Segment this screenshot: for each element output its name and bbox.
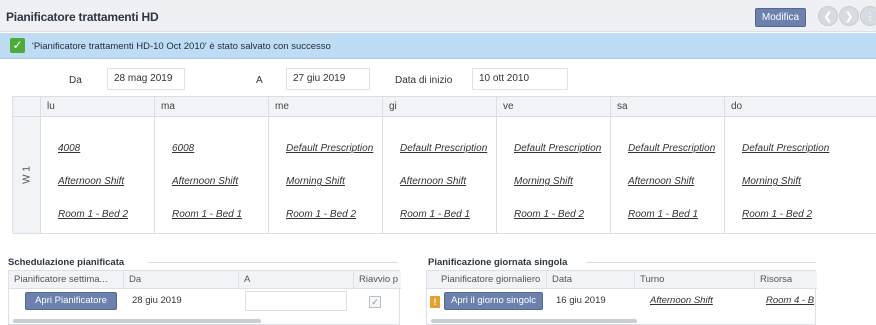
horizontal-scrollbar[interactable] (13, 319, 261, 323)
notice-message: 'Pianificatore trattamenti HD-10 Oct 201… (32, 41, 331, 52)
column-header-resource: Risorsa (755, 271, 817, 289)
chevron-right-icon[interactable]: ❯ (839, 6, 859, 26)
column-header-daily-planner: Pianificatore giornaliero (427, 271, 547, 289)
day-cell-do: Default Prescription Morning Shift Room … (725, 117, 876, 234)
open-single-day-button[interactable]: Apri il giorno singolc (444, 292, 543, 310)
prescription-link[interactable]: Default Prescription (400, 143, 487, 154)
room-link[interactable]: Room 1 - Bed 2 (286, 209, 356, 220)
title-bar: Pianificatore trattamenti HD Modifica ❮ … (0, 0, 876, 32)
section-divider (586, 262, 816, 263)
shift-link[interactable]: Morning Shift (286, 176, 345, 187)
shift-link[interactable]: Afternoon Shift (628, 176, 694, 187)
day-header-ve: ve (497, 97, 611, 117)
shift-link[interactable]: Morning Shift (514, 176, 573, 187)
check-icon: ✓ (10, 38, 25, 53)
week-row-label: W 1 (13, 117, 41, 234)
single-day-date-value: 16 giu 2019 (556, 295, 606, 306)
date-filters: Da 28 mag 2019 A 27 giu 2019 Data di ini… (0, 62, 876, 92)
day-cell-sa: Default Prescription Afternoon Shift Roo… (611, 117, 725, 234)
column-header-restart: Riavvio p (354, 271, 401, 289)
day-cell-gi: Default Prescription Afternoon Shift Roo… (383, 117, 497, 234)
day-header-do: do (725, 97, 876, 117)
shift-link[interactable]: Afternoon Shift (172, 176, 238, 187)
day-header-gi: gi (383, 97, 497, 117)
to-label: A (256, 75, 263, 86)
prescription-link[interactable]: 6008 (172, 143, 194, 154)
day-cell-ve: Default Prescription Morning Shift Room … (497, 117, 611, 234)
horizontal-scrollbar[interactable] (431, 319, 637, 323)
day-header-sa: sa (611, 97, 725, 117)
column-header-date: Data (547, 271, 635, 289)
chevron-left-icon[interactable]: ❮ (818, 6, 838, 26)
room-link[interactable]: Room 1 - Bed 2 (742, 209, 812, 220)
day-header-me: me (269, 97, 383, 117)
shift-link[interactable]: Afternoon Shift (58, 176, 124, 187)
restart-checkbox[interactable]: ✓ (369, 296, 381, 308)
room-link[interactable]: Room 1 - Bed 2 (58, 209, 128, 220)
prescription-link[interactable]: Default Prescription (514, 143, 601, 154)
prescription-link[interactable]: Default Prescription (628, 143, 715, 154)
prescription-link[interactable]: Default Prescription (742, 143, 829, 154)
start-date-label: Data di inizio (395, 75, 453, 86)
single-day-title: Pianificazione giornata singola (428, 257, 568, 268)
single-day-resource-link[interactable]: Room 4 - B (761, 290, 817, 312)
to-date-field[interactable]: 27 giu 2019 (286, 68, 370, 90)
more-icon[interactable]: ⋮ (860, 6, 876, 26)
from-date-field[interactable]: 28 mag 2019 (107, 68, 185, 90)
success-notice: ✓ 'Pianificatore trattamenti HD-10 Oct 2… (0, 33, 876, 59)
section-divider (148, 262, 398, 263)
single-day-table: Pianificatore giornaliero Data Turno Ris… (426, 270, 817, 325)
grid-corner (13, 97, 41, 117)
prescription-link[interactable]: 4008 (58, 143, 80, 154)
column-header-planner: Pianificatore settima... (9, 271, 124, 289)
room-link[interactable]: Room 1 - Bed 1 (400, 209, 470, 220)
modify-button[interactable]: Modifica (755, 8, 806, 27)
column-header-shift: Turno (635, 271, 755, 289)
open-planner-button[interactable]: Apri Pianificatore (25, 292, 117, 310)
shift-link[interactable]: Morning Shift (742, 176, 801, 187)
day-header-ma: ma (155, 97, 269, 117)
navigation-buttons: ❮ ❯ ⋮ (818, 6, 876, 28)
day-cell-lu: 4008 Afternoon Shift Room 1 - Bed 2 (41, 117, 155, 234)
week-label: W 1 (21, 166, 32, 184)
planned-schedule-table: Pianificatore settima... Da A Riavvio p … (8, 270, 401, 325)
start-date-field[interactable]: 10 ott 2010 (472, 68, 568, 90)
column-header-from: Da (124, 271, 239, 289)
shift-link[interactable]: Afternoon Shift (400, 176, 466, 187)
room-link[interactable]: Room 1 - Bed 1 (628, 209, 698, 220)
room-link[interactable]: Room 1 - Bed 2 (514, 209, 584, 220)
planned-to-field[interactable] (245, 291, 347, 311)
column-header-to: A (239, 271, 354, 289)
weekly-schedule-grid: lu ma me gi ve sa do W 1 4008 Afternoon … (12, 96, 876, 234)
warning-icon: ! (430, 296, 440, 308)
planned-from-value: 28 giu 2019 (132, 295, 182, 306)
planned-schedule-title: Schedulazione pianificata (8, 257, 125, 268)
day-cell-me: Default Prescription Morning Shift Room … (269, 117, 383, 234)
prescription-link[interactable]: Default Prescription (286, 143, 373, 154)
day-header-lu: lu (41, 97, 155, 117)
page-title: Pianificatore trattamenti HD (6, 10, 159, 24)
single-day-shift-link[interactable]: Afternoon Shift (645, 290, 753, 312)
day-cell-ma: 6008 Afternoon Shift Room 1 - Bed 1 (155, 117, 269, 234)
from-label: Da (69, 75, 82, 86)
room-link[interactable]: Room 1 - Bed 1 (172, 209, 242, 220)
